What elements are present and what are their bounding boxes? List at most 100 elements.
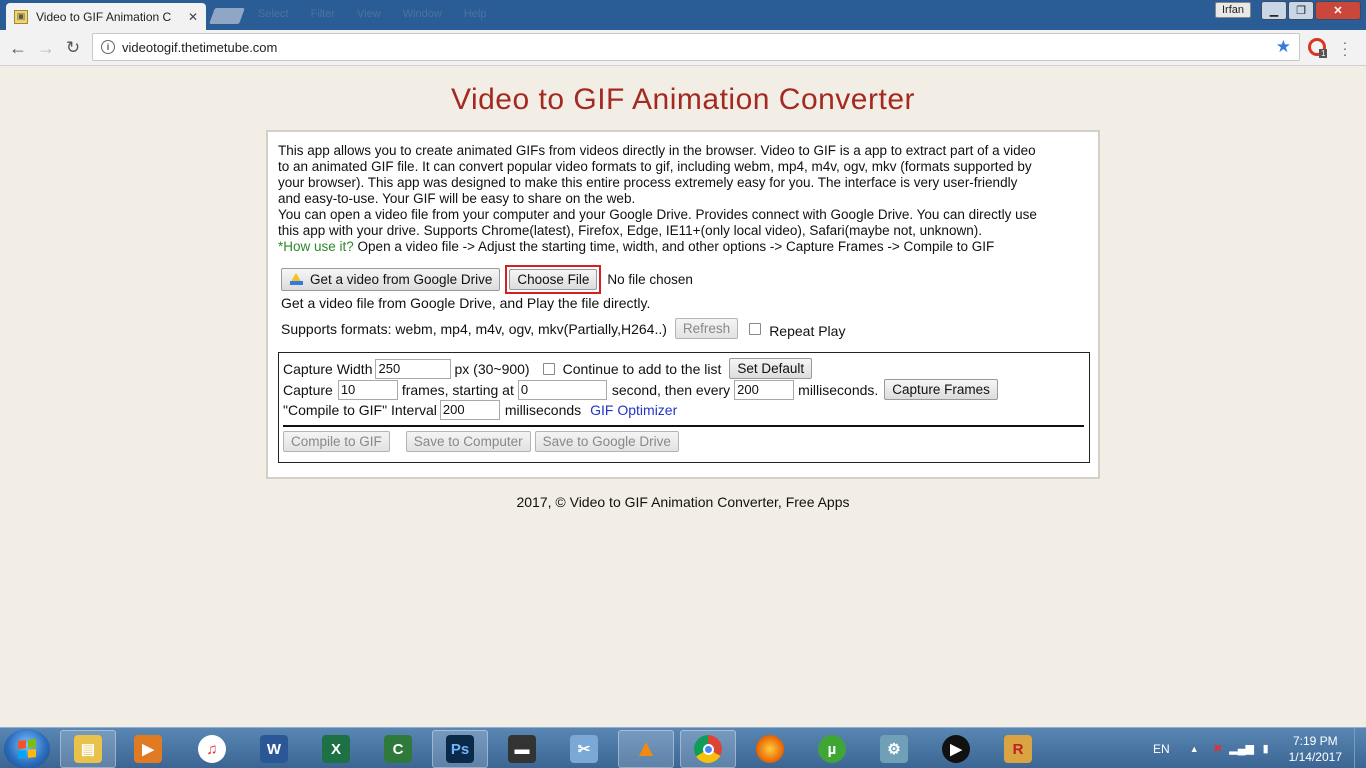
taskbar-itunes[interactable]: ♫: [184, 730, 240, 768]
excel-icon: X: [322, 735, 350, 763]
continue-checkbox[interactable]: [542, 362, 555, 375]
capture-label: Capture: [283, 381, 333, 398]
taskbar-projector[interactable]: ▬: [494, 730, 550, 768]
show-desktop-button[interactable]: [1354, 728, 1366, 768]
width-unit-label: px (30~900): [454, 360, 530, 377]
start-button[interactable]: [4, 729, 50, 768]
show-hidden-icons-icon[interactable]: ▲: [1190, 744, 1199, 754]
close-window-button[interactable]: ✕: [1315, 1, 1361, 20]
taskbar-photoshop[interactable]: Ps: [432, 730, 488, 768]
signal-icon[interactable]: ▂▄▆: [1229, 742, 1254, 756]
snipping-tool-icon: ✂: [570, 735, 598, 763]
browser-tab[interactable]: ▣ Video to GIF Animation C ✕: [6, 3, 206, 30]
clock-time: 7:19 PM: [1292, 733, 1338, 748]
maximize-button[interactable]: ❐: [1288, 1, 1314, 20]
media-play-icon: ▶: [942, 735, 970, 763]
choose-file-highlight: Choose File: [505, 265, 602, 294]
capture-frames-button[interactable]: Capture Frames: [884, 379, 998, 400]
frames-input[interactable]: 10: [337, 379, 398, 400]
milliseconds-label: milliseconds.: [798, 381, 879, 398]
browser-tab-bar: ▣ Video to GIF Animation C ✕ Select Filt…: [0, 0, 1366, 30]
close-tab-icon[interactable]: ✕: [188, 10, 198, 24]
continue-label: Continue to add to the list: [562, 360, 722, 377]
url-text[interactable]: videotogif.thetimetube.com: [122, 40, 277, 55]
taskbar-media-play[interactable]: ▶: [928, 730, 984, 768]
google-drive-icon: [289, 273, 304, 286]
bookmark-star-icon[interactable]: ★: [1276, 37, 1291, 57]
taskbar-camtasia[interactable]: C: [370, 730, 426, 768]
extension-icon[interactable]: 1: [1308, 38, 1328, 58]
taskbar-excel[interactable]: X: [308, 730, 364, 768]
gif-optimizer-link[interactable]: GIF Optimizer: [590, 402, 677, 418]
compile-interval-unit: milliseconds: [504, 402, 582, 418]
compile-interval-input[interactable]: 200: [439, 400, 500, 420]
reload-icon[interactable]: ↻: [63, 38, 83, 58]
file-explorer-icon: ▤: [74, 735, 102, 763]
minimize-button[interactable]: ▁: [1261, 1, 1287, 20]
formats-row: Supports formats: webm, mp4, m4v, ogv, m…: [281, 318, 845, 339]
taskbar-file-explorer[interactable]: ▤: [60, 730, 116, 768]
windows-taskbar: ▤ ▶ ♫ W X C Ps ▬ ✂ ▲ µ ⚙ ▶ R EN ▲ ✖ ▂▄▆ …: [0, 727, 1366, 768]
taskbar-utorrent[interactable]: µ: [804, 730, 860, 768]
vlc-icon: ▲: [634, 735, 658, 762]
language-indicator[interactable]: EN: [1153, 742, 1170, 756]
forward-arrow-icon[interactable]: →: [36, 38, 56, 58]
converter-panel: This app allows you to create animated G…: [266, 130, 1100, 479]
power-icon[interactable]: ▮: [1259, 742, 1273, 756]
taskbar-vlc[interactable]: ▲: [618, 730, 674, 768]
projector-icon: ▬: [508, 735, 536, 763]
repeat-play-checkbox[interactable]: [749, 322, 762, 335]
capture-options-box: Capture Width 250 px (30~900) Continue t…: [278, 352, 1090, 463]
taskbar-chrome[interactable]: [680, 730, 736, 768]
page-footer: 2017, © Video to GIF Animation Converter…: [516, 494, 850, 510]
ghost-menu-item: Filter: [310, 8, 336, 20]
windows-logo-icon: [18, 739, 36, 759]
compile-interval-row: "Compile to GIF" Interval 200 millisecon…: [283, 400, 677, 420]
ghost-menu-item: Help: [463, 8, 487, 20]
network-error-icon[interactable]: ✖: [1211, 742, 1225, 756]
interval-ms-input[interactable]: 200: [734, 379, 795, 400]
info-icon[interactable]: i: [101, 40, 115, 54]
capture-width-input[interactable]: 250: [375, 358, 452, 379]
set-default-button[interactable]: Set Default: [729, 358, 813, 379]
camtasia-icon: C: [384, 735, 412, 763]
extension-badge: 1: [1319, 49, 1328, 58]
taskbar-word[interactable]: W: [246, 730, 302, 768]
system-clock[interactable]: 7:19 PM 1/14/2017: [1289, 733, 1342, 765]
save-to-computer-button[interactable]: Save to Computer: [405, 431, 531, 452]
profile-button[interactable]: Irfan: [1215, 2, 1252, 18]
description-line: and easy-to-use. Your GIF will be easy t…: [278, 191, 636, 206]
google-drive-button[interactable]: Get a video from Google Drive: [281, 268, 501, 291]
address-bar[interactable]: i videotogif.thetimetube.com ★: [92, 33, 1300, 61]
photoshop-icon: Ps: [446, 735, 474, 763]
save-to-drive-button[interactable]: Save to Google Drive: [534, 431, 679, 452]
browser-menu-icon[interactable]: · · ·: [1342, 35, 1348, 61]
taskbar-settings[interactable]: ⚙: [866, 730, 922, 768]
choose-file-button[interactable]: Choose File: [509, 269, 598, 290]
taskbar-media-player[interactable]: ▶: [120, 730, 176, 768]
itunes-icon: ♫: [198, 735, 226, 763]
media-player-icon: ▶: [134, 735, 162, 763]
restore-icon: ❐: [1296, 5, 1306, 17]
taskbar-firefox[interactable]: [742, 730, 798, 768]
compile-gif-button[interactable]: Compile to GIF: [283, 431, 390, 452]
close-icon: ✕: [1333, 5, 1343, 17]
description-line: This app allows you to create animated G…: [278, 143, 1036, 158]
second-every-label: second, then every: [611, 381, 731, 398]
background-window-menu: Select Filter View Window Help: [258, 8, 486, 20]
tab-title: Video to GIF Animation C: [36, 9, 172, 24]
back-arrow-icon[interactable]: ←: [8, 38, 28, 58]
capture-frames-row: Capture 10 frames, starting at 0 second,…: [283, 379, 998, 400]
file-status: No file chosen: [607, 272, 693, 287]
taskbar-r-app[interactable]: R: [990, 730, 1046, 768]
howto-line: *How use it? Open a video file -> Adjust…: [278, 239, 1090, 255]
capture-width-label: Capture Width: [283, 360, 373, 377]
start-time-input[interactable]: 0: [517, 379, 607, 400]
gdrive-note: Get a video file from Google Drive, and …: [281, 295, 651, 311]
new-tab-button[interactable]: [209, 8, 245, 24]
taskbar-snipping-tool[interactable]: ✂: [556, 730, 612, 768]
word-icon: W: [260, 735, 288, 763]
page-title: Video to GIF Animation Converter: [450, 83, 915, 116]
refresh-button[interactable]: Refresh: [674, 318, 739, 339]
formats-text: Supports formats: webm, mp4, m4v, ogv, m…: [281, 320, 667, 337]
